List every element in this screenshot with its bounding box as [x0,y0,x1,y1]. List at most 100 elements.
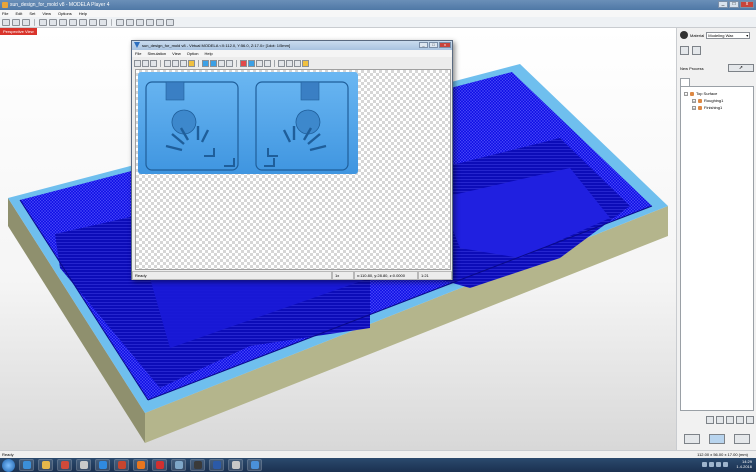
dialog-menu-simulation[interactable]: Simulation [147,50,166,57]
expand-icon[interactable]: + [692,105,696,110]
dialog-menu-help[interactable]: Help [205,50,213,57]
view-front-icon[interactable] [126,19,134,26]
tray-icon[interactable] [702,462,707,467]
material-select[interactable]: Modeling Wax [706,31,751,39]
zoom-in-icon[interactable] [49,19,57,26]
sim-save-icon[interactable] [142,59,149,67]
sim-settings3-icon[interactable] [294,59,301,67]
view-right-icon[interactable] [136,19,144,26]
app5-icon [98,461,107,469]
rotate-icon[interactable] [89,19,97,26]
delete-icon[interactable] [746,416,754,424]
preview-cut-icon[interactable] [708,434,725,444]
taskbar-explorer-button[interactable] [38,459,53,471]
pan-icon[interactable] [79,19,87,26]
taskbar-app3-button[interactable] [57,459,72,471]
sim-play-icon[interactable] [164,59,171,67]
cut-icon[interactable] [733,434,750,444]
dialog-titlebar[interactable]: sun_design_for_mold v8 - Virtual MODELA … [132,41,452,50]
taskbar-app6-button[interactable] [114,459,129,471]
sim-open-icon[interactable] [134,59,141,67]
view-iso-icon[interactable] [146,19,154,26]
sim-help-icon[interactable] [302,59,309,67]
app4-icon [79,461,88,469]
zoom-window-icon[interactable] [69,19,77,26]
model-icon[interactable] [680,46,689,55]
sim-view-icon[interactable] [202,59,209,67]
stop-icon[interactable] [684,434,701,444]
panel-list-icon[interactable] [692,46,701,55]
menu-file[interactable]: File [2,10,8,17]
simulation-canvas[interactable] [135,69,451,270]
wire-icon[interactable] [166,19,174,26]
sim-grid2-icon[interactable] [264,59,271,67]
taskbar-app10-button[interactable] [190,459,205,471]
menu-help[interactable]: Help [79,10,87,17]
minimize-button[interactable]: _ [718,1,728,8]
tree-node-label: Roughing1 [704,98,724,103]
print-icon[interactable] [22,19,30,26]
collapse-icon[interactable]: - [684,91,688,96]
menu-options[interactable]: Options [58,10,72,17]
edit-icon[interactable] [736,416,744,424]
move-down-icon[interactable] [716,416,724,424]
dialog-minimize-button[interactable]: _ [419,42,428,48]
sim-view2-icon[interactable] [210,59,217,67]
open-icon[interactable] [2,19,10,26]
tree-node-root[interactable]: - Top Surface [684,90,750,97]
virtual-modela-window[interactable]: sun_design_for_mold v8 - Virtual MODELA … [131,40,453,280]
maximize-button[interactable]: □ [729,1,739,8]
sim-print-icon[interactable] [150,59,157,67]
taskbar-app8-button[interactable] [152,459,167,471]
zoom-out-icon[interactable] [59,19,67,26]
process-icon [698,98,702,103]
tree-tab[interactable] [680,78,690,86]
sim-shade-icon[interactable] [248,59,255,67]
copy-icon[interactable] [726,416,734,424]
menu-set[interactable]: Set [29,10,35,17]
sim-settings2-icon[interactable] [286,59,293,67]
sim-zoom-icon[interactable] [218,59,225,67]
taskbar-modela-button[interactable] [247,459,262,471]
view-top-icon[interactable] [116,19,124,26]
taskbar-word-button[interactable] [209,459,224,471]
dialog-maximize-button[interactable]: □ [429,42,438,48]
sim-tool-icon[interactable] [188,59,195,67]
taskbar-ie-button[interactable] [19,459,34,471]
shade-icon[interactable] [156,19,164,26]
sim-stop-icon[interactable] [180,59,187,67]
dialog-close-button[interactable]: x [439,42,451,48]
close-button[interactable]: x [740,1,754,8]
start-button[interactable] [2,458,15,472]
menubar: File Edit Set View Options Help [0,10,756,17]
tray-icon[interactable] [709,462,714,467]
tray-icon[interactable] [716,462,721,467]
sim-color-icon[interactable] [240,59,247,67]
sim-grid-icon[interactable] [256,59,263,67]
save-icon[interactable] [12,19,20,26]
dialog-menu-option[interactable]: Option [187,50,199,57]
new-process-button[interactable]: ➚ [728,64,754,72]
clock[interactable]: 14:29 1.4.2016 [736,459,752,469]
taskbar-app4-button[interactable] [76,459,91,471]
sim-zoom2-icon[interactable] [226,59,233,67]
tree-node-roughing[interactable]: + Roughing1 [684,97,750,104]
fit-icon[interactable] [99,19,107,26]
taskbar-app5-button[interactable] [95,459,110,471]
taskbar-app12-button[interactable] [228,459,243,471]
sim-step-icon[interactable] [172,59,179,67]
firefox-icon [136,461,145,469]
dialog-menu-view[interactable]: View [172,50,181,57]
zoom-extents-icon[interactable] [39,19,47,26]
tree-node-finishing[interactable]: + Finishing1 [684,104,750,111]
menu-edit[interactable]: Edit [15,10,22,17]
sim-settings-icon[interactable] [278,59,285,67]
toolbar-separator [34,19,35,26]
dialog-menu-file[interactable]: File [135,50,141,57]
menu-view[interactable]: View [42,10,51,17]
tray-icon[interactable] [723,462,728,467]
taskbar-firefox-button[interactable] [133,459,148,471]
move-up-icon[interactable] [706,416,714,424]
expand-icon[interactable]: + [692,98,696,103]
taskbar-app9-button[interactable] [171,459,186,471]
